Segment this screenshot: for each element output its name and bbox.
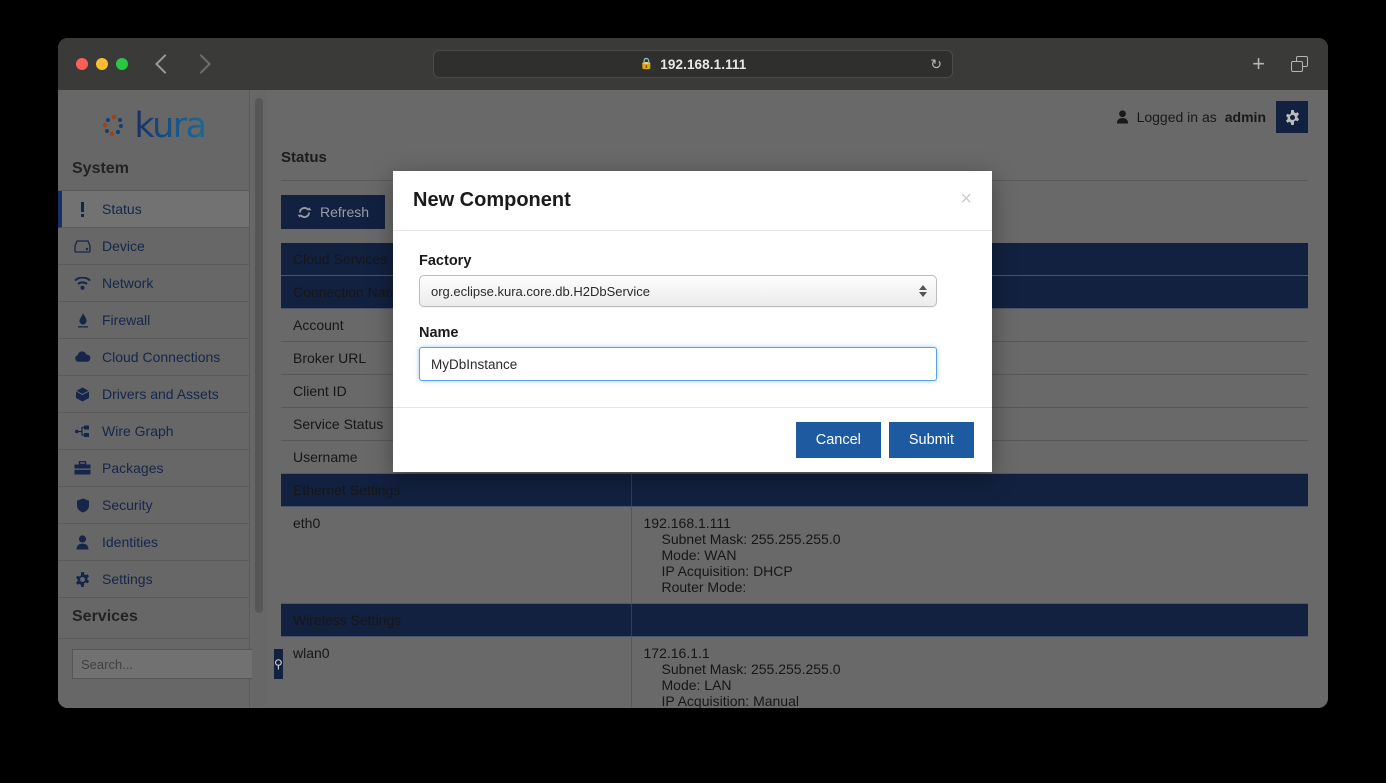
browser-window: 🔒 192.168.1.111 ↻ + kura System Status D… (58, 38, 1328, 708)
name-label: Name (419, 325, 459, 341)
window-traffic-lights (76, 58, 128, 70)
chrome-right-controls: + (1252, 53, 1308, 75)
plus-icon[interactable]: + (1252, 53, 1265, 75)
factory-select[interactable]: org.eclipse.kura.core.db.H2DbService (419, 275, 937, 307)
address-bar[interactable]: 🔒 192.168.1.111 ↻ (433, 50, 953, 78)
factory-selected-value: org.eclipse.kura.core.db.H2DbService (431, 283, 650, 299)
minimize-window-button[interactable] (96, 58, 108, 70)
back-arrow-icon[interactable] (155, 54, 175, 74)
page-viewport: kura System Status Device Network Firewa… (58, 90, 1328, 708)
new-component-modal: New Component × Factory org.eclipse.kura… (393, 171, 992, 472)
url-text: 192.168.1.111 (660, 56, 747, 72)
tabs-icon[interactable] (1291, 56, 1308, 72)
close-icon[interactable]: × (960, 189, 972, 209)
reload-icon[interactable]: ↻ (930, 57, 942, 71)
modal-footer: Cancel Submit (393, 407, 992, 472)
close-window-button[interactable] (76, 58, 88, 70)
cancel-button[interactable]: Cancel (795, 422, 881, 458)
modal-body: Factory org.eclipse.kura.core.db.H2DbSer… (393, 231, 992, 407)
forward-arrow-icon[interactable] (191, 54, 211, 74)
navigation-arrows (155, 54, 211, 74)
browser-chrome: 🔒 192.168.1.111 ↻ + (58, 38, 1328, 90)
factory-label: Factory (419, 253, 472, 269)
submit-button[interactable]: Submit (888, 422, 974, 458)
factory-field-group: Factory org.eclipse.kura.core.db.H2DbSer… (419, 253, 966, 307)
name-field-group: Name (419, 325, 966, 381)
name-input[interactable] (419, 347, 937, 381)
modal-header: New Component × (393, 171, 992, 231)
maximize-window-button[interactable] (116, 58, 128, 70)
lock-icon: 🔒 (639, 57, 654, 70)
stepper-icon (919, 285, 927, 297)
modal-title: New Component (413, 189, 571, 211)
